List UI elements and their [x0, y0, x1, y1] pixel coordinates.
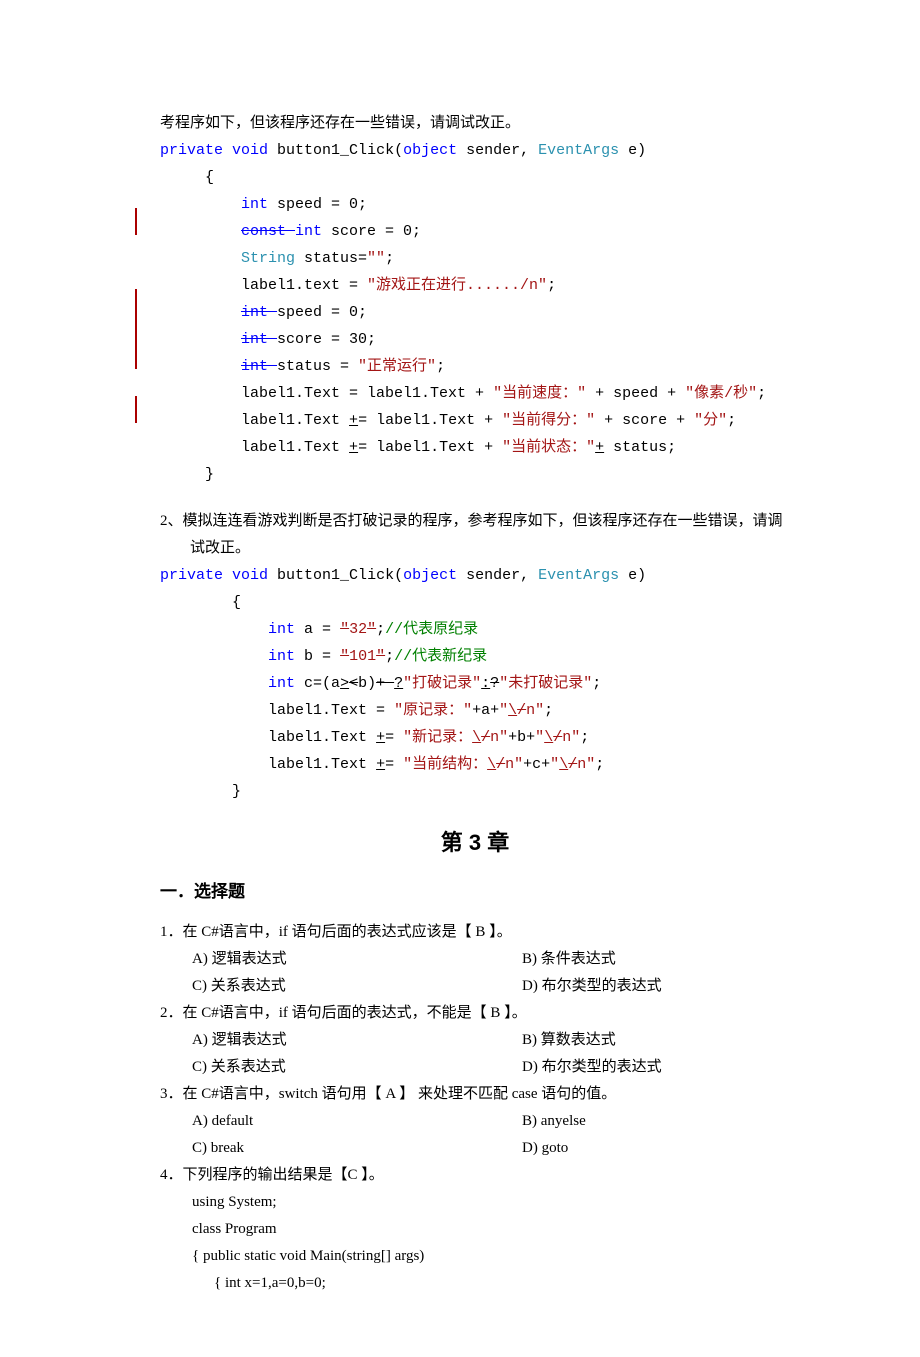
code-line: label1.Text = "原记录："+a+"\/n"; — [160, 697, 790, 724]
option-d: D) 布尔类型的表达式 — [522, 973, 790, 1000]
code-line: int speed = 0; — [160, 191, 790, 218]
code-line: label1.Text += label1.Text + "当前状态："+ st… — [160, 434, 790, 461]
option-a: A) default — [192, 1108, 522, 1135]
section-heading: 一．选择题 — [160, 877, 790, 908]
revision-bar — [135, 396, 137, 423]
intro-text: 考程序如下，但该程序还存在一些错误，请调试改正。 — [160, 110, 790, 137]
option-c: C) break — [192, 1135, 522, 1162]
answer: B — [490, 1005, 500, 1021]
page: 考程序如下，但该程序还存在一些错误，请调试改正。 private void bu… — [0, 0, 920, 1357]
mc-options: C) 关系表达式 D) 布尔类型的表达式 — [160, 1054, 790, 1081]
code-line: int c=(a><b)+ ?"打破记录":?"未打破记录"; — [160, 670, 790, 697]
option-d: D) goto — [522, 1135, 790, 1162]
answer: A — [385, 1086, 395, 1102]
option-a: A) 逻辑表达式 — [192, 1027, 522, 1054]
code-line: String status=""; — [160, 245, 790, 272]
option-b: B) 条件表达式 — [522, 946, 790, 973]
option-b: B) anyelse — [522, 1108, 790, 1135]
code-line: label1.Text += "当前结构：\/n"+c+"\/n"; — [160, 751, 790, 778]
code-line: int speed = 0; — [160, 299, 790, 326]
code-line: class Program — [160, 1216, 790, 1243]
q2-text: 2、模拟连连看游戏判断是否打破记录的程序，参考程序如下，但该程序还存在一些错误，… — [160, 508, 790, 562]
option-a: A) 逻辑表达式 — [192, 946, 522, 973]
mc-options: C) 关系表达式 D) 布尔类型的表达式 — [160, 973, 790, 1000]
code-line: { public static void Main(string[] args) — [160, 1243, 790, 1270]
mc-options: A) default B) anyelse — [160, 1108, 790, 1135]
option-c: C) 关系表达式 — [192, 1054, 522, 1081]
code-line: int status = "正常运行"; — [160, 353, 790, 380]
option-b: B) 算数表达式 — [522, 1027, 790, 1054]
code-line: private void button1_Click(object sender… — [160, 137, 790, 164]
mc-options: A) 逻辑表达式 B) 条件表达式 — [160, 946, 790, 973]
code-brace: } — [160, 461, 790, 488]
code-line: private void button1_Click(object sender… — [160, 562, 790, 589]
answer: C — [348, 1167, 362, 1183]
code-line: int a = "32";//代表原纪录 — [160, 616, 790, 643]
code-line: label1.Text += "新记录：\/n"+b+"\/n"; — [160, 724, 790, 751]
code-brace: { — [160, 164, 790, 191]
mc-question-4: 4．下列程序的输出结果是【C 】。 — [160, 1162, 790, 1189]
code-brace: } — [160, 778, 790, 805]
revision-bar — [135, 289, 137, 369]
code-line: label1.Text += label1.Text + "当前得分：" + s… — [160, 407, 790, 434]
mc-options: A) 逻辑表达式 B) 算数表达式 — [160, 1027, 790, 1054]
mc-options: C) break D) goto — [160, 1135, 790, 1162]
revision-bar — [135, 208, 137, 235]
code-line: label1.text = "游戏正在进行....../n"; — [160, 272, 790, 299]
answer: B — [475, 924, 485, 940]
option-d: D) 布尔类型的表达式 — [522, 1054, 790, 1081]
mc-question-1: 1．在 C#语言中，if 语句后面的表达式应该是【 B 】。 — [160, 919, 790, 946]
code-line: int b = "101";//代表新纪录 — [160, 643, 790, 670]
code-line: int score = 30; — [160, 326, 790, 353]
option-c: C) 关系表达式 — [192, 973, 522, 1000]
code-line: using System; — [160, 1189, 790, 1216]
code-brace: { — [160, 589, 790, 616]
mc-question-2: 2．在 C#语言中，if 语句后面的表达式，不能是【 B 】。 — [160, 1000, 790, 1027]
code-line: const int score = 0; — [160, 218, 790, 245]
mc-question-3: 3．在 C#语言中，switch 语句用【 A 】 来处理不匹配 case 语句… — [160, 1081, 790, 1108]
chapter-heading: 第 3 章 — [160, 823, 790, 863]
code-line: label1.Text = label1.Text + "当前速度：" + sp… — [160, 380, 790, 407]
code-line: { int x=1,a=0,b=0; — [160, 1270, 790, 1297]
